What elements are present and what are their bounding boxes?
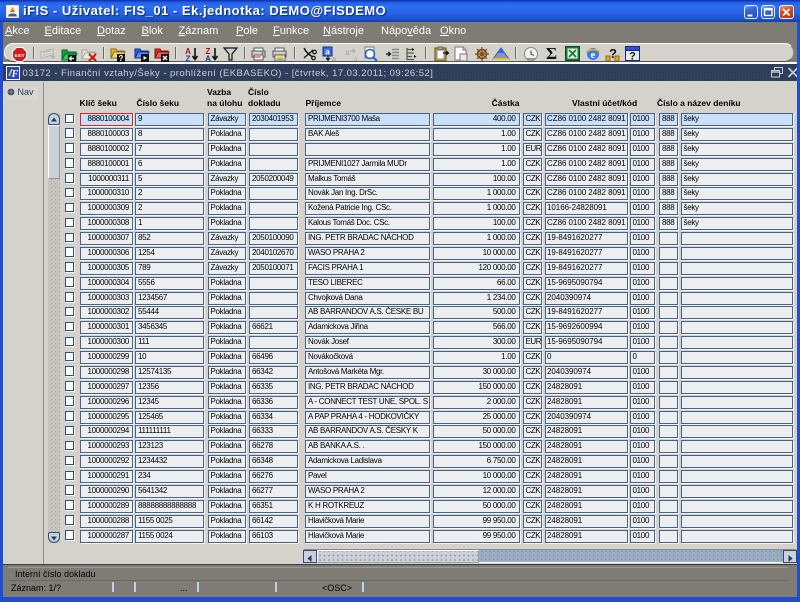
svg-text:F: F: [11, 69, 19, 80]
svg-text:a: a: [325, 48, 330, 57]
svg-text:EXIT: EXIT: [14, 53, 24, 58]
svg-text:?: ?: [609, 46, 617, 61]
svg-text:a: a: [345, 48, 350, 57]
svg-text:A: A: [205, 55, 211, 63]
svg-text:Z: Z: [186, 55, 191, 63]
svg-text:e: e: [591, 49, 596, 61]
svg-text:?: ?: [629, 51, 636, 62]
svg-text:?: ?: [119, 54, 124, 62]
